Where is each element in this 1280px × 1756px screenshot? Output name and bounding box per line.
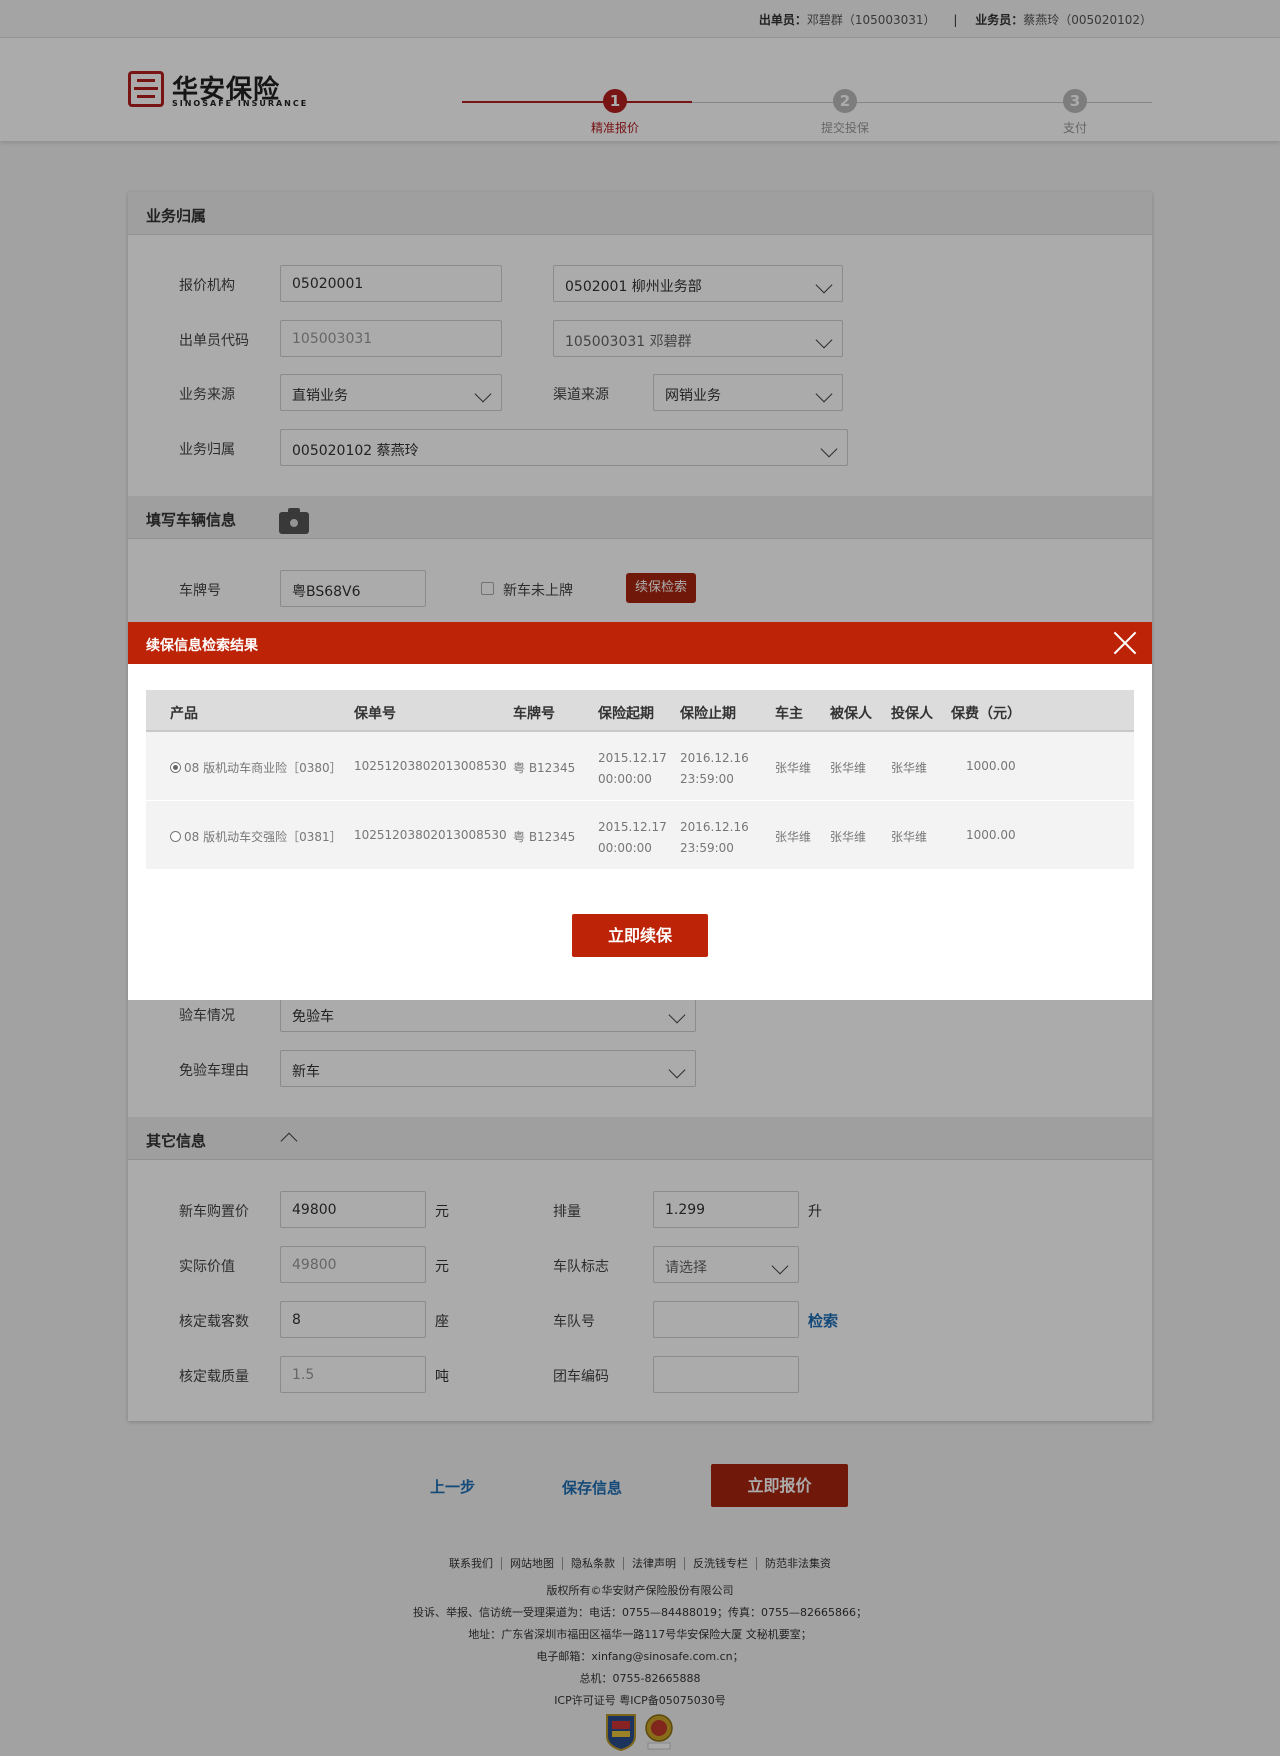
row-start: 2015.12.17 00:00:00 xyxy=(598,748,667,790)
row-product[interactable]: 08 版机动车交强险［0381］ xyxy=(170,828,342,845)
col-insured: 被保人 xyxy=(830,706,872,722)
row-insured: 张华维 xyxy=(830,761,867,775)
close-icon[interactable] xyxy=(1112,630,1138,656)
row-applicant: 张华维 xyxy=(891,761,928,775)
row-end: 2016.12.16 23:59:00 xyxy=(680,817,749,859)
table-header: 产品 保单号 车牌号 保险起期 保险止期 车主 被保人 投保人 保费（元） xyxy=(146,690,1134,732)
row-product-text: 08 版机动车商业险［0380］ xyxy=(184,761,342,775)
col-end: 保险止期 xyxy=(680,706,736,722)
row-policy-no: 10251203802013008530 xyxy=(354,759,507,773)
renewal-table: 产品 保单号 车牌号 保险起期 保险止期 车主 被保人 投保人 保费（元） 08… xyxy=(146,690,1134,870)
row-plate: 粤 B12345 xyxy=(513,830,576,844)
row-start-time: 00:00:00 xyxy=(598,772,652,786)
row-owner: 张华维 xyxy=(775,830,812,844)
row-end-time: 23:59:00 xyxy=(680,841,734,855)
radio-selected[interactable] xyxy=(170,762,181,773)
row-premium: 1000.00 xyxy=(966,759,1016,773)
col-applicant: 投保人 xyxy=(891,706,933,722)
modal-header: 续保信息检索结果 xyxy=(128,622,1152,664)
table-row[interactable]: 08 版机动车交强险［0381］ 10251203802013008530 粤 … xyxy=(146,801,1134,870)
renew-now-button[interactable]: 立即续保 xyxy=(572,914,708,957)
row-insured: 张华维 xyxy=(830,830,867,844)
col-policy-no: 保单号 xyxy=(354,706,396,722)
row-end: 2016.12.16 23:59:00 xyxy=(680,748,749,790)
row-product-text: 08 版机动车交强险［0381］ xyxy=(184,830,342,844)
renewal-result-modal: 续保信息检索结果 产品 保单号 车牌号 保险起期 保险止期 车主 被保人 投保人… xyxy=(128,622,1152,1000)
col-plate: 车牌号 xyxy=(513,706,555,722)
row-product[interactable]: 08 版机动车商业险［0380］ xyxy=(170,759,342,776)
row-plate: 粤 B12345 xyxy=(513,761,576,775)
row-end-date: 2016.12.16 xyxy=(680,820,749,834)
row-start-date: 2015.12.17 xyxy=(598,820,667,834)
row-start: 2015.12.17 00:00:00 xyxy=(598,817,667,859)
col-start: 保险起期 xyxy=(598,706,654,722)
row-policy-no: 10251203802013008530 xyxy=(354,828,507,842)
row-end-date: 2016.12.16 xyxy=(680,751,749,765)
row-start-date: 2015.12.17 xyxy=(598,751,667,765)
row-premium: 1000.00 xyxy=(966,828,1016,842)
col-premium: 保费（元） xyxy=(951,706,1021,722)
row-start-time: 00:00:00 xyxy=(598,841,652,855)
row-applicant: 张华维 xyxy=(891,830,928,844)
radio-unselected[interactable] xyxy=(170,831,181,842)
row-end-time: 23:59:00 xyxy=(680,772,734,786)
table-row[interactable]: 08 版机动车商业险［0380］ 10251203802013008530 粤 … xyxy=(146,732,1134,801)
col-product: 产品 xyxy=(170,706,198,722)
col-owner: 车主 xyxy=(775,706,803,722)
row-owner: 张华维 xyxy=(775,761,812,775)
modal-title: 续保信息检索结果 xyxy=(146,638,258,654)
